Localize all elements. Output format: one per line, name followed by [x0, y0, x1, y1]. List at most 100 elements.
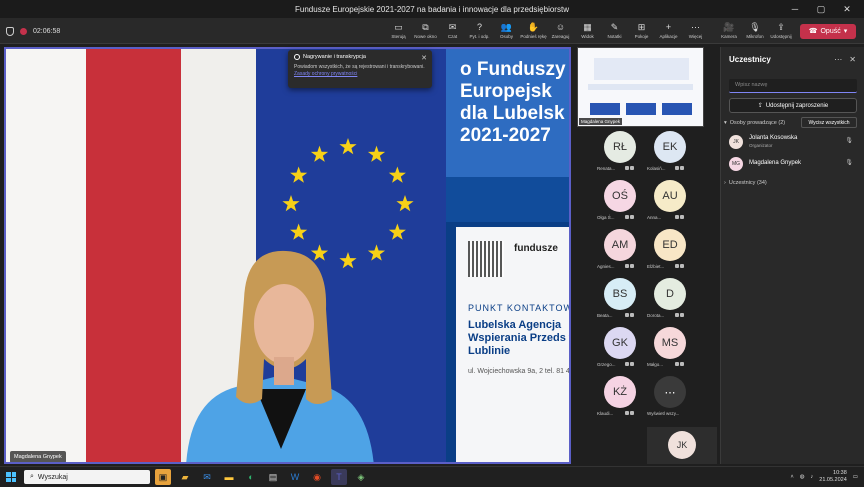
slide-box	[590, 103, 620, 115]
file-explorer-icon[interactable]: ▰	[177, 469, 193, 485]
self-view-tile[interactable]: JK	[647, 427, 717, 464]
close-window-button[interactable]: ✕	[834, 0, 860, 18]
media-item-1[interactable]: 🎙 Mikrofon	[742, 18, 768, 44]
participant-tile[interactable]: MS Małgo...	[645, 324, 695, 372]
briefcase-icon[interactable]: ▣	[155, 469, 171, 485]
participant-tile[interactable]: D Dorota...	[645, 275, 695, 323]
network-icon[interactable]: ◍	[800, 474, 805, 480]
slide-block	[594, 58, 689, 80]
participant-tile[interactable]: RŁ Renata...	[595, 128, 645, 176]
participant-tile[interactable]: AU Anna...	[645, 177, 695, 225]
chevron-up-icon[interactable]: ˄	[790, 474, 793, 480]
toolbar-item-9[interactable]: ⊞ Pokoje	[628, 18, 655, 44]
panel-icons: ⋯ ✕	[834, 55, 856, 64]
participant-tile[interactable]: AM Agnies...	[595, 226, 645, 274]
tile-status-icons	[625, 166, 634, 170]
minimize-button[interactable]: ─	[782, 0, 808, 18]
avatar: EK	[654, 131, 686, 163]
video-off-icon	[625, 215, 629, 219]
participant-tile[interactable]: ⋯ Wyświetl wszy...	[645, 373, 695, 421]
eu-star-icon	[388, 223, 406, 240]
participant-tile[interactable]: BS Beata...	[595, 275, 645, 323]
window-title: Fundusze Europejskie 2021-2027 na badani…	[295, 4, 569, 14]
toolbar-item-1[interactable]: ⧉ Nowe okno	[412, 18, 439, 44]
taskbar-search[interactable]: ⌕ Wyszukaj	[24, 470, 150, 484]
participant-row[interactable]: MG Magdalena Gnypek 🎙	[729, 155, 859, 175]
toolbar-item-5[interactable]: ✋ Podnieś rękę	[520, 18, 547, 44]
toolbar-label: Podnieś rękę	[520, 34, 547, 39]
microphone-icon[interactable]: 🎙	[845, 159, 853, 166]
chrome-icon[interactable]: ◉	[309, 469, 325, 485]
participant-name: Klaudi...	[597, 411, 614, 416]
mic-off-icon	[630, 264, 634, 268]
participant-name: Anna...	[647, 215, 662, 220]
participant-search-input[interactable]: Wpisz nazwę	[729, 79, 857, 93]
folder-icon[interactable]: ▬	[221, 469, 237, 485]
chevron-down-icon: ▾	[724, 120, 727, 126]
toolbar-label: Czat	[447, 34, 458, 39]
avatar: RŁ	[604, 131, 636, 163]
participant-tile[interactable]: ED Elżbiet...	[645, 226, 695, 274]
toolbar-item-8[interactable]: ✎ Notatki	[601, 18, 628, 44]
media-item-2[interactable]: ⇪ Udostępnij	[768, 18, 794, 44]
toolbar-item-7[interactable]: ▦ Widok	[574, 18, 601, 44]
app-icon[interactable]: ◈	[353, 469, 369, 485]
volume-icon[interactable]: ♪	[811, 474, 814, 480]
participant-name: Wyświetl wszy...	[647, 411, 680, 416]
outlook-icon[interactable]: ✉	[199, 469, 215, 485]
windows-start-icon[interactable]	[6, 472, 16, 482]
slide-box	[662, 103, 692, 115]
notifications-icon[interactable]: ▭	[853, 474, 858, 480]
close-icon[interactable]: ✕	[849, 55, 856, 64]
clock[interactable]: 10:38 21.05.2024	[819, 470, 847, 484]
microphone-icon[interactable]: 🎙	[845, 137, 853, 144]
video-off-icon	[675, 166, 679, 170]
video-off-icon	[625, 166, 629, 170]
word-icon[interactable]: W	[287, 469, 303, 485]
toolbar-item-3[interactable]: ? Pyt. i odp.	[466, 18, 493, 44]
calendar-icon[interactable]: ▤	[265, 469, 281, 485]
mic-off-icon	[630, 215, 634, 219]
participant-tile[interactable]: OŚ Olga Ś...	[595, 177, 645, 225]
toolbar-label: Sterują	[391, 34, 406, 39]
leave-button[interactable]: ☎ Opuść ▾	[800, 23, 856, 39]
toolbar-item-11[interactable]: ⋯ Więcej	[682, 18, 709, 44]
participant-tile[interactable]: KŻ Klaudi...	[595, 373, 645, 421]
privacy-link[interactable]: Zasady ochrony prywatności	[294, 71, 357, 77]
more-options-icon[interactable]: ⋯	[834, 55, 842, 64]
speaker-video[interactable]: o Funduszy Europejsk dla Lubelsk 2021-20…	[4, 47, 571, 464]
participant-name: Jolanta Kosowska	[749, 135, 798, 141]
mute-all-button[interactable]: Wycisz wszystkich	[801, 117, 857, 128]
participant-tile[interactable]: EK Kolasiń...	[645, 128, 695, 176]
avatar: JK	[729, 135, 743, 149]
participant-name: Olga Ś...	[597, 215, 615, 220]
participant-tile[interactable]: GK Grzego...	[595, 324, 645, 372]
maximize-button[interactable]: ▢	[808, 0, 834, 18]
toolbar-item-2[interactable]: ✉ Czat	[439, 18, 466, 44]
edge-icon[interactable]: ◐	[243, 469, 259, 485]
avatar: MS	[654, 327, 686, 359]
shield-icon[interactable]	[6, 26, 14, 36]
eu-star-icon	[367, 145, 386, 162]
slide-line	[588, 84, 693, 90]
toolbar-item-0[interactable]: ▭ Sterują	[385, 18, 412, 44]
attendees-section-toggle[interactable]: › Uczestnicy (34)	[724, 180, 767, 186]
shared-content-thumbnail[interactable]: Magdalena Gnypek	[577, 47, 704, 127]
video-off-icon	[625, 362, 629, 366]
mic-off-icon	[680, 215, 684, 219]
share-invite-button[interactable]: ⇪ Udostępnij zaproszenie	[729, 98, 857, 113]
toolbar-item-6[interactable]: ☺ Zareaguj	[547, 18, 574, 44]
chevron-down-icon[interactable]: ▾	[844, 27, 848, 35]
banner-address: ul. Wojciechowska 9a, 2 tel. 81 462 38 1…	[468, 368, 570, 375]
close-icon[interactable]: ✕	[421, 54, 427, 62]
organizers-section-toggle[interactable]: ▾ Osoby prowadzące (2)	[724, 120, 785, 126]
mic-off-icon	[680, 264, 684, 268]
participant-row[interactable]: JK Jolanta Kosowska Organizator 🎙	[729, 133, 859, 153]
video-off-icon	[625, 313, 629, 317]
teams-icon[interactable]: T	[331, 469, 347, 485]
toolbar-item-10[interactable]: + Aplikacje	[655, 18, 682, 44]
avatar: BS	[604, 278, 636, 310]
search-icon: ⌕	[30, 473, 34, 480]
media-item-0[interactable]: 🎥 Kamera	[716, 18, 742, 44]
toolbar-item-4[interactable]: 👥 Osoby	[493, 18, 520, 44]
